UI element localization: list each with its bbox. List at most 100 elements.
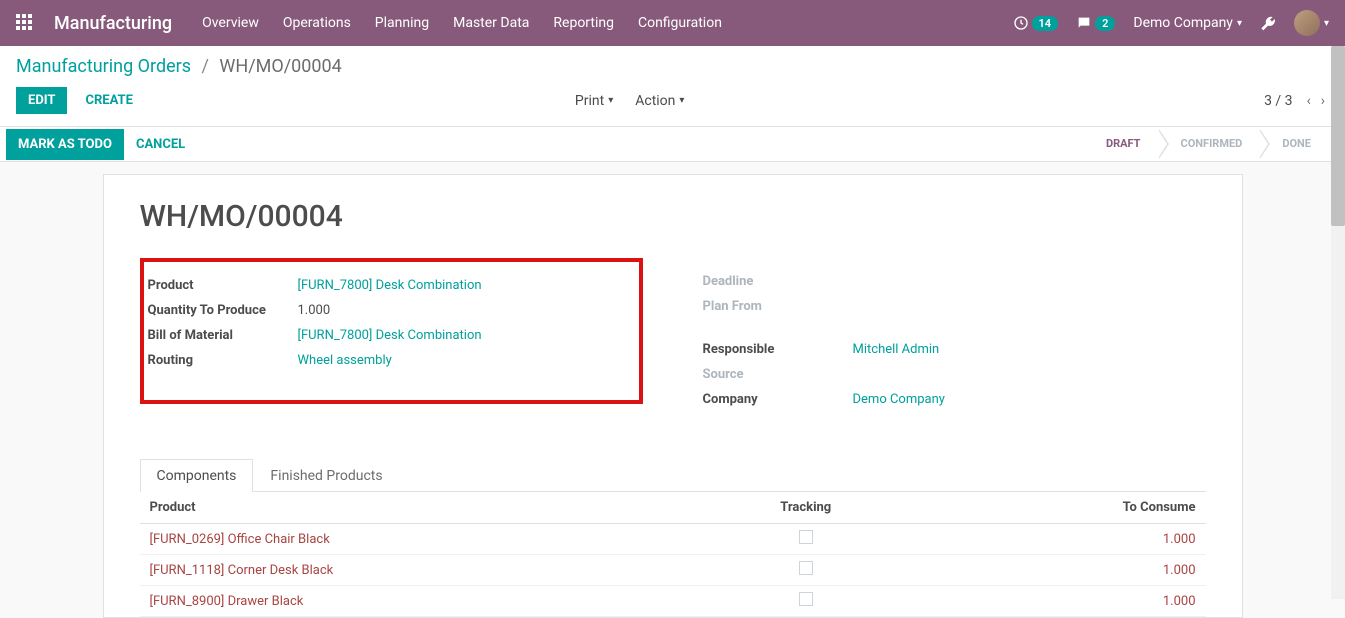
field-quantity: Quantity To Produce 1.000 xyxy=(148,301,629,319)
breadcrumb-current: WH/MO/00004 xyxy=(219,56,341,77)
breadcrumb-bar: Manufacturing Orders / WH/MO/00004 xyxy=(0,46,1345,83)
cell-to-consume: 1.000 xyxy=(886,524,1206,555)
pager-prev[interactable]: ‹ xyxy=(1303,91,1315,111)
th-tracking[interactable]: Tracking xyxy=(726,492,886,524)
control-panel: EDIT CREATE Print ▾ Action ▾ 3 / 3 ‹ › xyxy=(0,83,1345,126)
field-label: Product xyxy=(148,278,298,293)
nav-overview[interactable]: Overview xyxy=(202,15,259,31)
mark-as-todo-button[interactable]: MARK AS TODO xyxy=(6,129,124,160)
status-draft[interactable]: DRAFT xyxy=(1084,130,1159,158)
field-value-quantity: 1.000 xyxy=(298,303,331,318)
status-done[interactable]: DONE xyxy=(1260,130,1329,158)
user-menu[interactable]: ▾ xyxy=(1294,10,1329,36)
vertical-scrollbar[interactable] xyxy=(1331,46,1345,599)
field-value-responsible[interactable]: Mitchell Admin xyxy=(853,342,940,357)
field-label: Source xyxy=(703,367,853,382)
table-row[interactable]: [FURN_1118] Corner Desk Black 1.000 xyxy=(140,555,1206,586)
activity-icon[interactable]: 14 xyxy=(1013,15,1059,31)
pager-next[interactable]: › xyxy=(1317,91,1329,111)
form-wrap: WH/MO/00004 Product [FURN_7800] Desk Com… xyxy=(0,174,1345,618)
activity-badge: 14 xyxy=(1032,16,1059,31)
field-label: Deadline xyxy=(703,274,853,289)
app-brand[interactable]: Manufacturing xyxy=(54,13,172,34)
messages-icon[interactable]: 2 xyxy=(1076,15,1115,31)
table-row[interactable]: [FURN_8900] Drawer Black 1.000 xyxy=(140,586,1206,617)
breadcrumb-root[interactable]: Manufacturing Orders xyxy=(16,56,191,77)
field-source: Source xyxy=(703,365,1206,383)
cell-to-consume: 1.000 xyxy=(886,555,1206,586)
record-title: WH/MO/00004 xyxy=(140,199,1206,234)
cancel-button[interactable]: CANCEL xyxy=(124,129,197,160)
checkbox-icon[interactable] xyxy=(799,592,813,606)
field-label: Plan From xyxy=(703,299,853,314)
field-company: Company Demo Company xyxy=(703,390,1206,408)
scrollbar-thumb[interactable] xyxy=(1331,46,1345,226)
form-sheet: WH/MO/00004 Product [FURN_7800] Desk Com… xyxy=(103,174,1243,618)
top-navbar: Manufacturing Overview Operations Planni… xyxy=(0,0,1345,46)
field-label: Routing xyxy=(148,353,298,368)
highlight-box: Product [FURN_7800] Desk Combination Qua… xyxy=(140,258,643,404)
cell-product[interactable]: [FURN_1118] Corner Desk Black xyxy=(140,555,726,586)
th-to-consume[interactable]: To Consume xyxy=(886,492,1206,524)
chevron-down-icon: ▾ xyxy=(1237,18,1242,29)
action-dropdown[interactable]: Action ▾ xyxy=(635,93,684,109)
chevron-down-icon: ▾ xyxy=(1324,18,1329,29)
nav-master-data[interactable]: Master Data xyxy=(453,15,529,31)
cell-to-consume: 1.000 xyxy=(886,586,1206,617)
tabs: Components Finished Products xyxy=(140,458,1206,492)
field-label: Company xyxy=(703,392,853,407)
components-table: Product Tracking To Consume [FURN_0269] … xyxy=(140,492,1206,617)
field-value-product[interactable]: [FURN_7800] Desk Combination xyxy=(298,278,482,293)
edit-button[interactable]: EDIT xyxy=(16,87,67,114)
field-value-bom[interactable]: [FURN_7800] Desk Combination xyxy=(298,328,482,343)
table-header-row: Product Tracking To Consume xyxy=(140,492,1206,524)
field-responsible: Responsible Mitchell Admin xyxy=(703,340,1206,358)
chat-icon xyxy=(1076,15,1092,31)
nav-operations[interactable]: Operations xyxy=(283,15,351,31)
form-col-right: Deadline Plan From Responsible Mitchell … xyxy=(703,258,1206,428)
nav-reporting[interactable]: Reporting xyxy=(553,15,614,31)
clock-icon xyxy=(1013,15,1029,31)
field-routing: Routing Wheel assembly xyxy=(148,351,629,369)
create-button[interactable]: CREATE xyxy=(73,87,144,114)
th-product[interactable]: Product xyxy=(140,492,726,524)
breadcrumb-separator: / xyxy=(202,56,209,77)
chevron-down-icon: ▾ xyxy=(608,95,613,106)
print-label: Print xyxy=(575,93,604,109)
breadcrumb: Manufacturing Orders / WH/MO/00004 xyxy=(16,56,1329,77)
field-bom: Bill of Material [FURN_7800] Desk Combin… xyxy=(148,326,629,344)
company-switcher[interactable]: Demo Company ▾ xyxy=(1133,15,1242,31)
form-col-left: Product [FURN_7800] Desk Combination Qua… xyxy=(140,258,643,428)
field-label: Quantity To Produce xyxy=(148,303,298,318)
apps-icon[interactable] xyxy=(16,14,34,32)
statusbar-steps: DRAFT CONFIRMED DONE xyxy=(1084,127,1329,161)
action-label: Action xyxy=(635,93,675,109)
tab-finished-products[interactable]: Finished Products xyxy=(253,459,399,492)
wrench-icon xyxy=(1260,15,1276,31)
nav-configuration[interactable]: Configuration xyxy=(638,15,722,31)
chevron-down-icon: ▾ xyxy=(679,95,684,106)
table-row[interactable]: [FURN_0269] Office Chair Black 1.000 xyxy=(140,524,1206,555)
messages-badge: 2 xyxy=(1095,16,1115,31)
nav-planning[interactable]: Planning xyxy=(375,15,429,31)
checkbox-icon[interactable] xyxy=(799,561,813,575)
cell-tracking xyxy=(726,524,886,555)
debug-icon[interactable] xyxy=(1260,15,1276,31)
field-label: Responsible xyxy=(703,342,853,357)
cell-tracking xyxy=(726,555,886,586)
checkbox-icon[interactable] xyxy=(799,530,813,544)
company-name: Demo Company xyxy=(1133,15,1233,31)
field-value-routing[interactable]: Wheel assembly xyxy=(298,353,392,368)
status-confirmed[interactable]: CONFIRMED xyxy=(1159,130,1261,158)
status-bar: MARK AS TODO CANCEL DRAFT CONFIRMED DONE xyxy=(0,126,1345,162)
cp-right: 3 / 3 ‹ › xyxy=(1264,91,1329,111)
field-value-company[interactable]: Demo Company xyxy=(853,392,945,407)
field-deadline: Deadline xyxy=(703,272,1206,290)
avatar xyxy=(1294,10,1320,36)
tab-components[interactable]: Components xyxy=(140,459,254,492)
field-product: Product [FURN_7800] Desk Combination xyxy=(148,276,629,294)
cell-product[interactable]: [FURN_8900] Drawer Black xyxy=(140,586,726,617)
pager-arrows: ‹ › xyxy=(1303,91,1329,111)
cell-product[interactable]: [FURN_0269] Office Chair Black xyxy=(140,524,726,555)
print-dropdown[interactable]: Print ▾ xyxy=(575,93,613,109)
